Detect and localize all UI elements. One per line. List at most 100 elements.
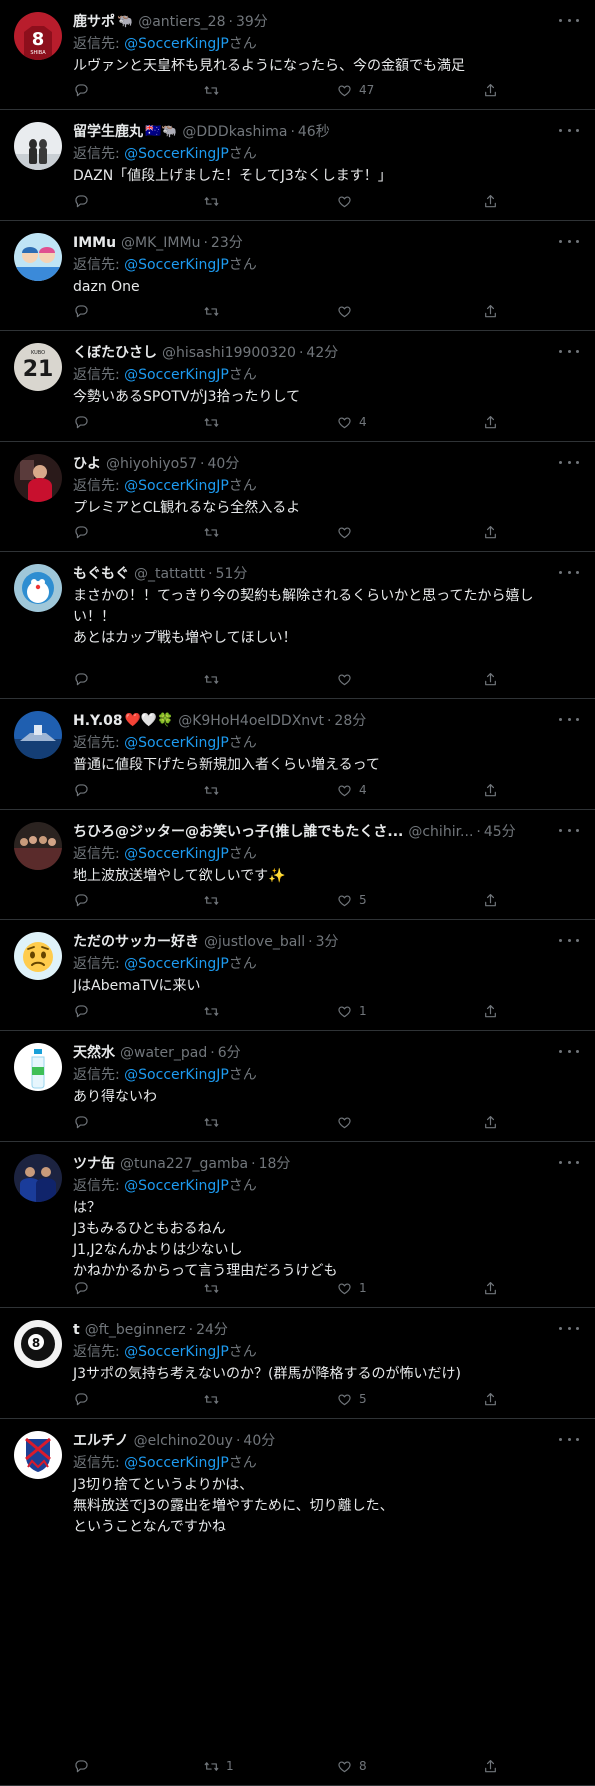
avatar[interactable]	[14, 1431, 62, 1479]
timestamp[interactable]: 6分	[218, 1042, 241, 1064]
mention-link[interactable]: @SoccerKingJP	[124, 36, 229, 52]
share-button[interactable]	[482, 780, 499, 800]
reply-button[interactable]	[73, 301, 96, 321]
timestamp[interactable]: 3分	[316, 931, 339, 953]
display-name[interactable]: ちひろ@ジッター@お笑いっ子(推し誰でもたくさ...	[73, 821, 403, 843]
share-button[interactable]	[482, 669, 499, 689]
like-button[interactable]	[336, 669, 359, 689]
avatar[interactable]	[14, 1043, 62, 1091]
display-name[interactable]: エルチノ	[73, 1430, 129, 1452]
avatar[interactable]: 8 SHIBA	[14, 12, 62, 60]
avatar[interactable]	[14, 454, 62, 502]
timestamp[interactable]: 40分	[208, 453, 240, 475]
avatar[interactable]	[14, 822, 62, 870]
reply-button[interactable]	[73, 80, 96, 100]
mention-link[interactable]: @SoccerKingJP	[124, 1455, 229, 1471]
timestamp[interactable]: 46秒	[298, 121, 330, 143]
retweet-button[interactable]	[203, 412, 226, 432]
avatar[interactable]	[14, 564, 62, 612]
timestamp[interactable]: 40分	[243, 1430, 275, 1452]
retweet-button[interactable]	[203, 191, 226, 211]
reply-button[interactable]	[73, 1112, 96, 1132]
timestamp[interactable]: 18分	[259, 1153, 291, 1175]
like-button[interactable]: 4	[336, 412, 367, 432]
display-name[interactable]: ツナ缶	[73, 1153, 115, 1175]
avatar[interactable]: 8	[14, 1320, 62, 1368]
display-name[interactable]: もぐもぐ	[73, 563, 129, 585]
mention-link[interactable]: @SoccerKingJP	[124, 956, 229, 972]
mention-link[interactable]: @SoccerKingJP	[124, 257, 229, 273]
share-button[interactable]	[482, 522, 499, 542]
like-button[interactable]: 5	[336, 890, 367, 910]
mention-link[interactable]: @SoccerKingJP	[124, 478, 229, 494]
tweet-card[interactable]: 21 KUBO くぼたひさし @hisashi19900320 · 42分 返信先: @So…	[0, 331, 595, 442]
like-button[interactable]: 8	[336, 1756, 367, 1776]
user-handle[interactable]: @DDDkashima	[182, 121, 287, 143]
retweet-button[interactable]	[203, 780, 226, 800]
avatar[interactable]	[14, 122, 62, 170]
timestamp[interactable]: 28分	[334, 710, 366, 732]
retweet-button[interactable]	[203, 301, 226, 321]
mention-link[interactable]: @SoccerKingJP	[124, 1067, 229, 1083]
share-button[interactable]	[482, 191, 499, 211]
display-name[interactable]: 天然水	[73, 1042, 115, 1064]
user-handle[interactable]: @_tattattt	[134, 563, 205, 585]
retweet-button[interactable]	[203, 522, 226, 542]
tweet-card[interactable]: 8 t @ft_beginnerz · 24分 返信先: @SoccerKingJPさん J…	[0, 1308, 595, 1419]
avatar[interactable]: 21 KUBO	[14, 343, 62, 391]
like-button[interactable]: 1	[336, 1001, 367, 1021]
like-button[interactable]	[336, 522, 359, 542]
timestamp[interactable]: 45分	[484, 821, 516, 843]
tweet-card[interactable]: 天然水 @water_pad · 6分 返信先: @SoccerKingJPさん あり得な…	[0, 1031, 595, 1142]
display-name[interactable]: くぼたひさし	[73, 342, 157, 364]
mention-link[interactable]: @SoccerKingJP	[124, 367, 229, 383]
user-handle[interactable]: @K9HoH4oeIDDXnvt	[178, 710, 324, 732]
tweet-card[interactable]: ツナ缶 @tuna227_gamba · 18分 返信先: @SoccerKingJPさ…	[0, 1142, 595, 1308]
like-button[interactable]: 47	[336, 80, 374, 100]
mention-link[interactable]: @SoccerKingJP	[124, 846, 229, 862]
share-button[interactable]	[482, 890, 499, 910]
retweet-button[interactable]	[203, 80, 226, 100]
tweet-card[interactable]: 8 SHIBA 鹿サポ 🐃 @antiers_28 · 39分 返信先: @SoccerKin…	[0, 0, 595, 110]
user-handle[interactable]: @tuna227_gamba	[120, 1153, 248, 1175]
user-handle[interactable]: @justlove_ball	[204, 931, 305, 953]
reply-button[interactable]	[73, 1001, 96, 1021]
retweet-button[interactable]	[203, 1389, 226, 1409]
mention-link[interactable]: @SoccerKingJP	[124, 1178, 229, 1194]
mention-link[interactable]: @SoccerKingJP	[124, 735, 229, 751]
like-button[interactable]: 5	[336, 1389, 367, 1409]
tweet-card[interactable]: ちひろ@ジッター@お笑いっ子(推し誰でもたくさ... @chihir... · 45分…	[0, 810, 595, 920]
share-button[interactable]	[482, 1112, 499, 1132]
user-handle[interactable]: @chihir...	[408, 821, 473, 843]
timestamp[interactable]: 24分	[196, 1319, 228, 1341]
like-button[interactable]: 1	[336, 1278, 367, 1298]
reply-button[interactable]	[73, 1389, 96, 1409]
timestamp[interactable]: 23分	[211, 232, 243, 254]
reply-button[interactable]	[73, 1278, 96, 1298]
avatar[interactable]	[14, 233, 62, 281]
retweet-button[interactable]	[203, 890, 226, 910]
share-button[interactable]	[482, 1001, 499, 1021]
retweet-button[interactable]	[203, 1278, 226, 1298]
like-button[interactable]	[336, 1112, 359, 1132]
tweet-card[interactable]: ただのサッカー好き @justlove_ball · 3分 返信先: @SoccerKi…	[0, 920, 595, 1031]
avatar[interactable]	[14, 711, 62, 759]
user-handle[interactable]: @hiyohiyo57	[106, 453, 197, 475]
display-name[interactable]: t	[73, 1319, 80, 1341]
share-button[interactable]	[482, 1756, 499, 1776]
tweet-card[interactable]: エルチノ @elchino20uy · 40分 返信先: @SoccerKingJPさん…	[0, 1419, 595, 1786]
mention-link[interactable]: @SoccerKingJP	[124, 146, 229, 162]
reply-button[interactable]	[73, 890, 96, 910]
like-button[interactable]	[336, 301, 359, 321]
timestamp[interactable]: 39分	[236, 11, 268, 33]
tweet-card[interactable]: H.Y.08 ❤️🤍🍀 @K9HoH4oeIDDXnvt · 28分 返信先: @Socc…	[0, 699, 595, 810]
like-button[interactable]: 4	[336, 780, 367, 800]
user-handle[interactable]: @water_pad	[120, 1042, 207, 1064]
display-name[interactable]: H.Y.08	[73, 710, 123, 732]
display-name[interactable]: ただのサッカー好き	[73, 931, 199, 953]
retweet-button[interactable]	[203, 1001, 226, 1021]
tweet-card[interactable]: IMMu @MK_IMMu · 23分 返信先: @SoccerKingJPさん dazn…	[0, 221, 595, 331]
user-handle[interactable]: @elchino20uy	[134, 1430, 233, 1452]
retweet-button[interactable]: 1	[203, 1756, 234, 1776]
timestamp[interactable]: 42分	[306, 342, 338, 364]
